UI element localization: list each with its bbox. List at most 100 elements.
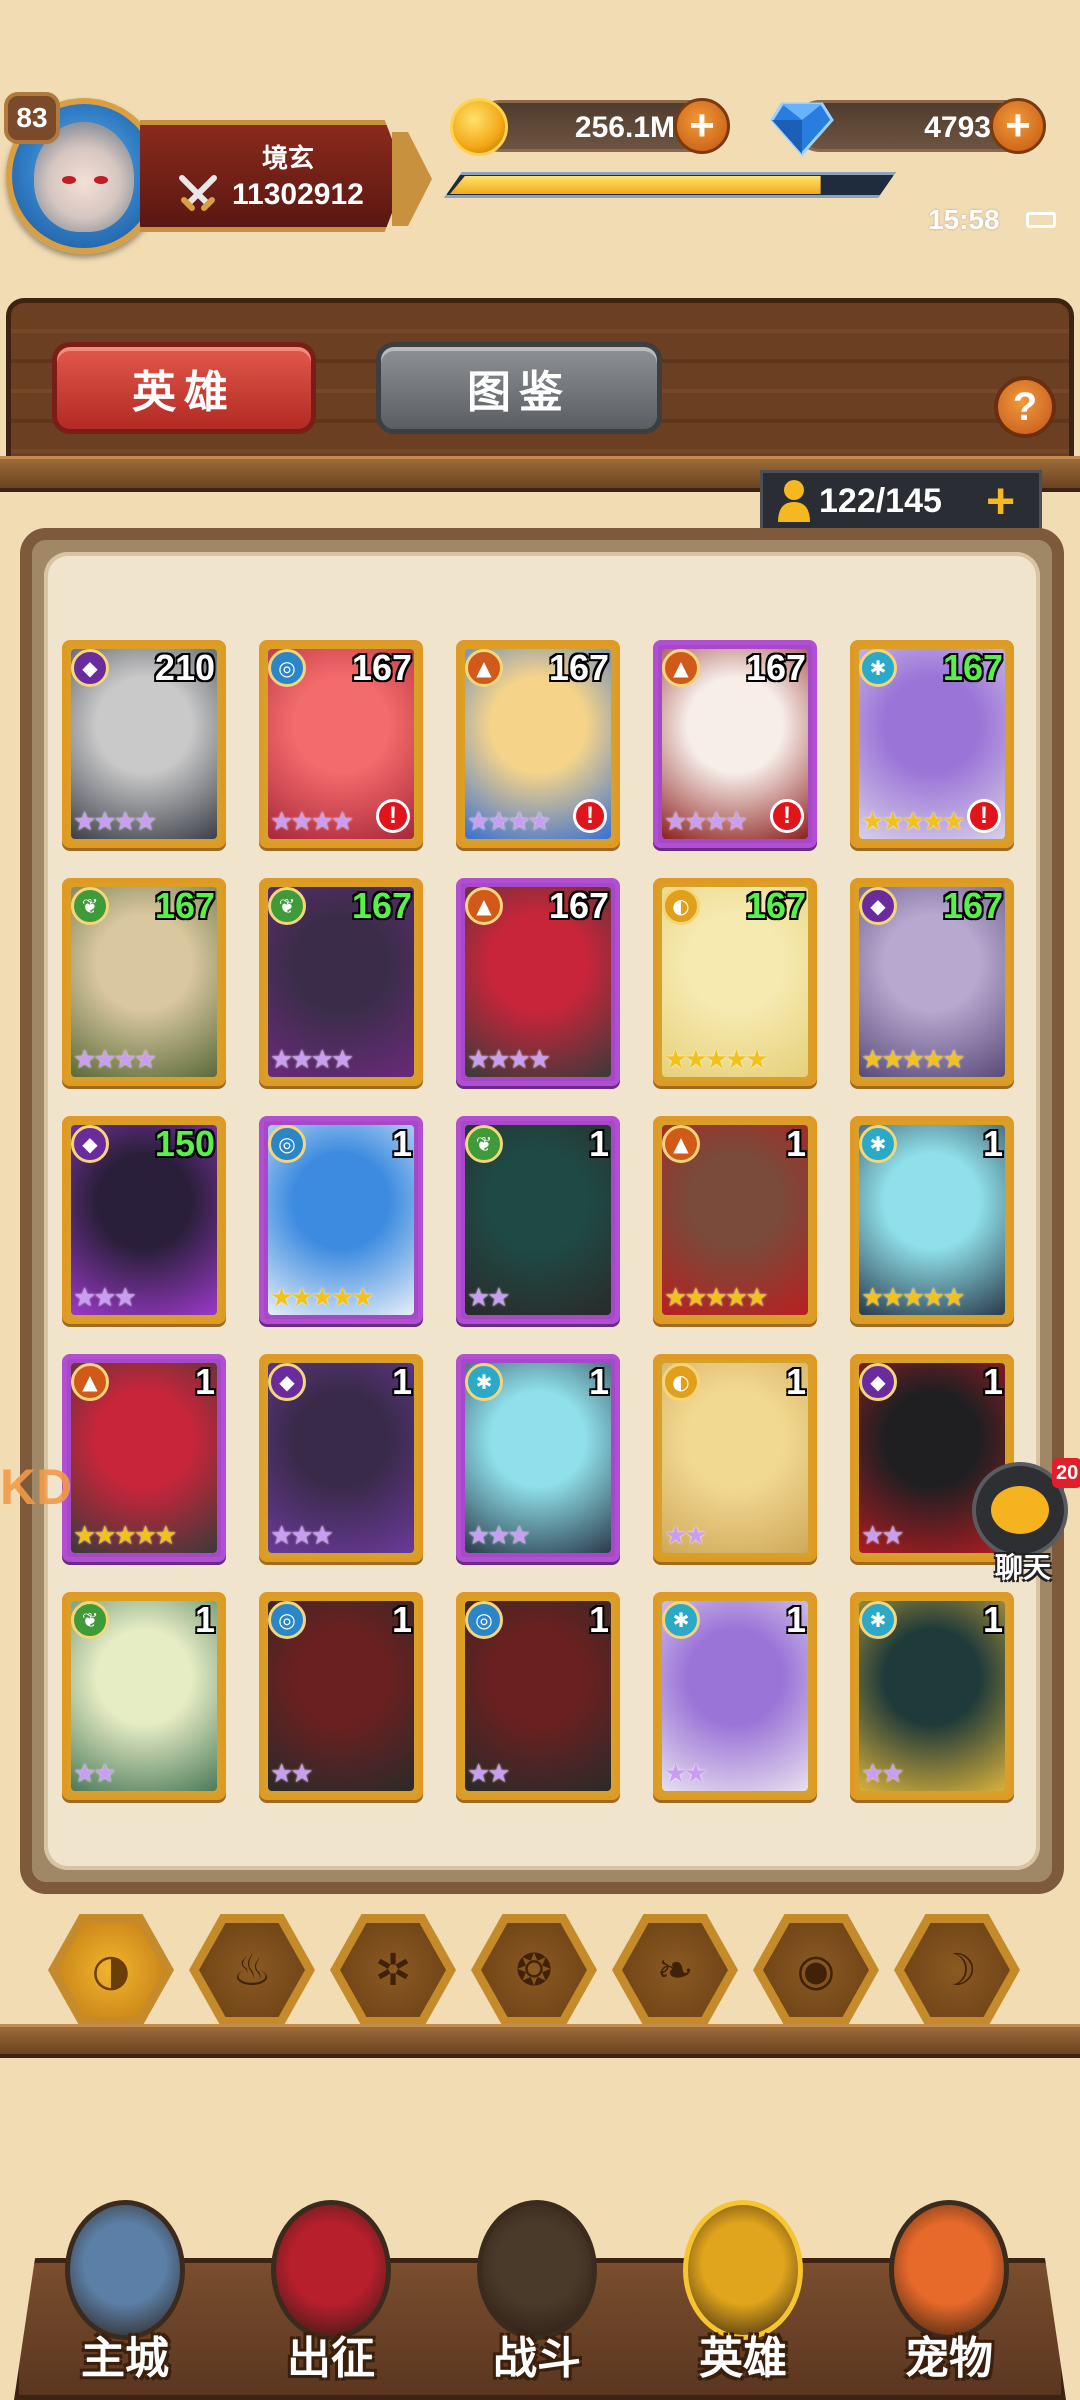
hero-level: 167 xyxy=(351,647,412,688)
hero-stars: ★★ xyxy=(664,1759,708,1789)
side-logo: KD xyxy=(0,1459,73,1515)
hero-stars: ★★★★★ xyxy=(73,1521,178,1551)
hero-card[interactable]: ✱ 1 ★★ xyxy=(850,1592,1014,1800)
hero-card[interactable]: ❦ 167 ★★★★ xyxy=(259,878,423,1086)
hero-stars: ★★ xyxy=(467,1283,511,1313)
hero-level: 1 xyxy=(391,1361,412,1402)
hero-stars: ★★★★ xyxy=(467,807,551,837)
hero-card[interactable]: ◎ 1 ★★★★★ xyxy=(259,1116,423,1324)
hero-card[interactable]: ◆ 210 ★★★★ xyxy=(62,640,226,848)
nav-battle[interactable]: 战斗 xyxy=(452,2190,622,2400)
hero-stars: ★★ xyxy=(270,1759,314,1789)
hero-stars: ★★★★ xyxy=(73,807,157,837)
hero-card[interactable]: ◎ 1 ★★ xyxy=(259,1592,423,1800)
add-gold-button[interactable]: + xyxy=(674,98,730,154)
hero-level: 210 xyxy=(154,647,215,688)
light-icon: ☽ xyxy=(904,1923,1010,2017)
hero-stars: ★★★ xyxy=(73,1283,137,1313)
hero-level: 1 xyxy=(391,1123,412,1164)
gold-coin-icon xyxy=(450,98,508,156)
battery-icon xyxy=(1026,212,1056,228)
dark-element-icon: ◆ xyxy=(71,1125,109,1163)
fire-element-icon: ▲ xyxy=(662,649,700,687)
hero-level: 167 xyxy=(745,647,806,688)
hero-card[interactable]: ✱ 1 ★★★★★ xyxy=(850,1116,1014,1324)
wood-element-icon: ❦ xyxy=(71,887,109,925)
filter-ice-button[interactable]: ✲ xyxy=(330,1914,456,2026)
hero-stars: ★★★ xyxy=(467,1521,531,1551)
ice-icon: ✲ xyxy=(340,1923,446,2017)
filter-all-button[interactable]: ◑ xyxy=(48,1914,174,2026)
hero-card[interactable]: ❦ 1 ★★ xyxy=(456,1116,620,1324)
nav-label: 主城 xyxy=(81,2333,169,2384)
ice-element-icon: ✱ xyxy=(465,1363,503,1401)
hero-level: 1 xyxy=(391,1599,412,1640)
tab-heroes[interactable]: 英雄 xyxy=(52,342,316,434)
tab-album[interactable]: 图鉴 xyxy=(376,342,662,434)
hero-stars: ★★★★★ xyxy=(270,1283,375,1313)
nav-castle[interactable]: 主城 xyxy=(40,2190,210,2400)
hero-card[interactable]: ✱ 1 ★★★ xyxy=(456,1354,620,1562)
hero-level: 167 xyxy=(942,885,1003,926)
hero-card[interactable]: ✱ 167 ★★★★★! xyxy=(850,640,1014,848)
water-element-icon: ◎ xyxy=(268,649,306,687)
hero-level: 1 xyxy=(194,1361,215,1402)
wood-element-icon: ❦ xyxy=(268,887,306,925)
dark-icon: ◉ xyxy=(763,1923,869,2017)
ice-element-icon: ✱ xyxy=(859,1601,897,1639)
expedition-icon xyxy=(271,2200,391,2340)
fire-element-icon: ▲ xyxy=(465,649,503,687)
chat-bubble-icon xyxy=(991,1486,1049,1534)
hero-card[interactable]: ❦ 1 ★★ xyxy=(62,1592,226,1800)
dark-element-icon: ◆ xyxy=(859,1363,897,1401)
dark-element-icon: ◆ xyxy=(859,887,897,925)
hero-card[interactable]: ▲ 167 ★★★★! xyxy=(653,640,817,848)
hero-icon xyxy=(683,2200,803,2340)
hero-card[interactable]: ◆ 1 ★★★ xyxy=(259,1354,423,1562)
wood-element-icon: ❦ xyxy=(71,1601,109,1639)
water-icon: ❂ xyxy=(481,1923,587,2017)
player-level-badge: 83 xyxy=(4,92,60,144)
filter-fire-button[interactable]: ♨ xyxy=(189,1914,315,2026)
hero-card[interactable]: ◆ 167 ★★★★★ xyxy=(850,878,1014,1086)
hero-card[interactable]: ◐ 1 ★★ xyxy=(653,1354,817,1562)
hero-level: 1 xyxy=(588,1361,609,1402)
nav-expedition[interactable]: 出征 xyxy=(246,2190,416,2400)
exp-bar-fill xyxy=(450,176,821,194)
hero-card[interactable]: ◎ 1 ★★ xyxy=(456,1592,620,1800)
battle-icon xyxy=(477,2200,597,2340)
hero-card[interactable]: ◆ 150 ★★★ xyxy=(62,1116,226,1324)
hero-stars: ★★ xyxy=(861,1759,905,1789)
hero-card[interactable]: ▲ 1 ★★★★★ xyxy=(653,1116,817,1324)
add-gems-button[interactable]: + xyxy=(990,98,1046,154)
light-element-icon: ◐ xyxy=(662,1363,700,1401)
filter-wood-button[interactable]: ❧ xyxy=(612,1914,738,2026)
hero-card[interactable]: ▲ 167 ★★★★! xyxy=(456,640,620,848)
hero-stars: ★★★★★ xyxy=(664,1283,769,1313)
hero-stars: ★★ xyxy=(73,1759,117,1789)
hero-stars: ★★★★★ xyxy=(861,1283,966,1313)
nav-pet[interactable]: 宠物 xyxy=(864,2190,1034,2400)
hero-card[interactable]: ▲ 1 ★★★★★ xyxy=(62,1354,226,1562)
hero-level: 1 xyxy=(982,1123,1003,1164)
water-element-icon: ◎ xyxy=(268,1601,306,1639)
hero-stars: ★★★★★ xyxy=(861,807,966,837)
expand-capacity-button[interactable]: + xyxy=(986,476,1015,526)
hero-card[interactable]: ▲ 167 ★★★★ xyxy=(456,878,620,1086)
hero-level: 167 xyxy=(942,647,1003,688)
hero-stars: ★★ xyxy=(861,1521,905,1551)
filter-dark-button[interactable]: ◉ xyxy=(753,1914,879,2026)
hero-card[interactable]: ❦ 167 ★★★★ xyxy=(62,878,226,1086)
hero-card[interactable]: ✱ 1 ★★ xyxy=(653,1592,817,1800)
hero-card[interactable]: ◎ 167 ★★★★! xyxy=(259,640,423,848)
fire-element-icon: ▲ xyxy=(71,1363,109,1401)
help-button[interactable]: ? xyxy=(994,376,1056,438)
nav-hero[interactable]: 英雄 xyxy=(658,2190,828,2400)
filter-water-button[interactable]: ❂ xyxy=(471,1914,597,2026)
filter-light-button[interactable]: ☽ xyxy=(894,1914,1020,2026)
person-icon xyxy=(778,480,810,522)
alert-icon: ! xyxy=(967,799,1001,833)
hero-card[interactable]: ◐ 167 ★★★★★ xyxy=(653,878,817,1086)
chat-label: 聊天 xyxy=(994,1551,1051,1584)
bottom-ledge xyxy=(0,2024,1080,2058)
